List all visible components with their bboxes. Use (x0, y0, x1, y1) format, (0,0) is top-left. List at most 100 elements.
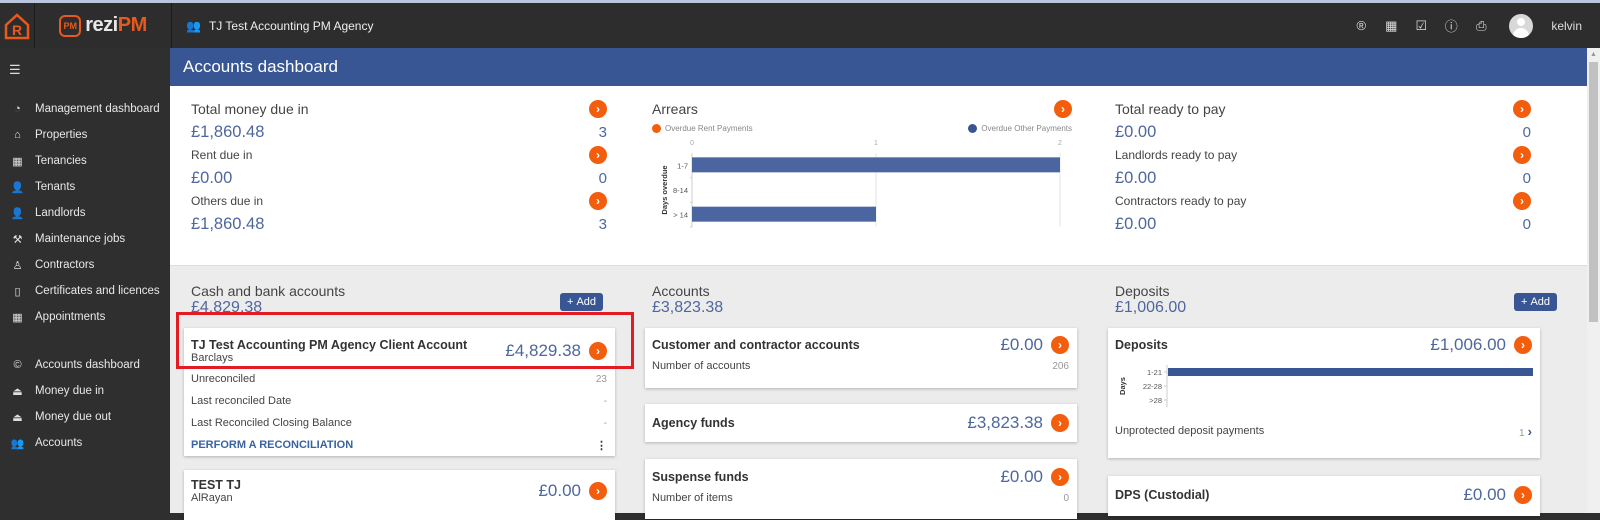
landlords-ready-label: Landlords ready to pay (1115, 148, 1238, 162)
home-icon: ⌂ (14, 129, 21, 141)
add-deposit-button[interactable]: + Add (1514, 293, 1558, 311)
add-cash-account-button[interactable]: + Add (560, 293, 604, 311)
legend-rent-label: Overdue Rent Payments (665, 124, 753, 133)
agency-selector[interactable]: 👥 TJ Test Accounting PM Agency (186, 3, 373, 48)
sidebar-item-landlords[interactable]: 👤 Landlords (0, 200, 170, 226)
agency-funds-go-icon[interactable]: › (1051, 414, 1069, 432)
suspense-funds-go-icon[interactable]: › (1051, 468, 1069, 486)
sidebar-item-accounts[interactable]: 👥 Accounts (0, 430, 170, 456)
calendar-icon[interactable]: ▦ (1383, 18, 1399, 34)
sidebar-item-properties[interactable]: ⌂ Properties (0, 122, 170, 148)
customer-accounts-go-icon[interactable]: › (1051, 336, 1069, 354)
sidebar-item-label: Accounts (35, 437, 83, 449)
bank-account-go-icon[interactable]: › (589, 342, 607, 360)
dps-custodial-go-icon[interactable]: › (1514, 486, 1532, 504)
add-label: Add (1530, 296, 1551, 308)
deposits-card-header[interactable]: Deposits £1,006.00 › (1115, 335, 1532, 355)
agency-funds-amount: £3,823.38 (967, 413, 1043, 432)
last-closing-balance-value: - (603, 417, 607, 429)
arrears-y-tick-label: > 14 (673, 211, 688, 220)
pm-badge-icon: PM (59, 14, 82, 37)
deposits-bar-1-21[interactable] (1168, 368, 1533, 376)
sidebar-item-appointments[interactable]: ▦ Appointments (0, 304, 170, 330)
tools-icon: ⚒ (12, 233, 23, 246)
bank-account-2-header[interactable]: TEST TJ AlRayan £0.00 › (191, 478, 607, 504)
accounts-header: Accounts £3,823.38 (652, 283, 723, 317)
customer-accounts-card[interactable]: Customer and contractor accounts £0.00 › … (645, 328, 1077, 388)
arrears-x-tick-label: 2 (1058, 140, 1062, 147)
legend-rent[interactable]: Overdue Rent Payments (652, 124, 753, 134)
rent-due-in-count: 0 (598, 169, 607, 187)
dps-custodial-card[interactable]: DPS (Custodial) £0.00 › (1108, 476, 1540, 516)
landlords-ready-go-icon[interactable]: › (1513, 146, 1531, 164)
suspense-funds-name: Suspense funds (652, 470, 749, 484)
total-money-due-in-go-icon[interactable]: › (589, 100, 607, 118)
deposits-go-icon[interactable]: › (1514, 336, 1532, 354)
unprotected-deposits-row[interactable]: Unprotected deposit payments 1 › (1115, 420, 1532, 442)
plus-icon: + (1521, 296, 1528, 308)
sidebar-item-tenancies[interactable]: ▦ Tenancies (0, 148, 170, 174)
deposits-card-name: Deposits (1115, 338, 1168, 352)
sidebar-item-label: Maintenance jobs (35, 233, 126, 245)
arrears-panel: Arrears › Overdue Rent Payments Overdue O… (652, 98, 1072, 238)
rezi-logo[interactable]: R (0, 3, 35, 48)
suspense-funds-card[interactable]: Suspense funds £0.00 › Number of items 0 (645, 459, 1077, 519)
main-content: Accounts dashboard Total money due in › £… (170, 48, 1587, 520)
arrears-bar-1-7-1[interactable] (692, 157, 1060, 173)
scrollbar-thumb[interactable] (1589, 62, 1598, 322)
total-ready-to-pay-go-icon[interactable]: › (1513, 100, 1531, 118)
bank-account-amount: £4,829.38 (505, 341, 581, 360)
others-due-in-go-icon[interactable]: › (589, 192, 607, 210)
dps-custodial-name: DPS (Custodial) (1115, 488, 1210, 502)
checkbox-icon[interactable]: ☑ (1413, 18, 1429, 34)
cash-bank-total: £4,829.38 (191, 299, 263, 316)
rezipm-logo[interactable]: PM reziPM (35, 3, 172, 48)
vertical-scrollbar[interactable]: ▲ (1587, 48, 1600, 513)
alert-icon[interactable]: ⓘ (1443, 18, 1459, 34)
hamburger-menu-icon[interactable]: ☰ (9, 62, 21, 78)
sidebar-item-label: Appointments (35, 311, 106, 323)
scroll-up-icon[interactable]: ▲ (1590, 51, 1597, 58)
avatar[interactable] (1509, 13, 1534, 38)
add-label: Add (576, 296, 597, 308)
others-due-in-label: Others due in (191, 194, 264, 208)
bank-account-header[interactable]: TJ Test Accounting PM Agency Client Acco… (191, 334, 607, 368)
agency-funds-card[interactable]: Agency funds £3,823.38 › (645, 404, 1077, 442)
group-icon: 👥 (186, 18, 201, 33)
legend-other[interactable]: Overdue Other Payments (968, 124, 1072, 134)
sidebar-item-label: Money due in (35, 385, 105, 397)
perform-reconciliation-link[interactable]: PERFORM A RECONCILIATION (191, 439, 353, 451)
money-due-in-panel: Total money due in › £1,860.48 3 Rent due … (191, 98, 607, 236)
arrears-y-tick-label: 8-14 (673, 186, 688, 195)
unreconciled-value: 23 (595, 373, 607, 385)
sidebar-item-money-due-out[interactable]: ⏏ Money due out (0, 404, 170, 430)
sidebar-item-money-due-in[interactable]: ⏏ Money due in (0, 378, 170, 404)
deposits-chart: 1-21 22-28 >28 Days (1118, 365, 1533, 407)
sidebar-item-accounts-dashboard[interactable]: © Accounts dashboard (0, 352, 170, 378)
deposits-y-axis-label: Days (1118, 377, 1127, 395)
username[interactable]: kelvin (1551, 19, 1582, 33)
sidebar-item-label: Landlords (35, 207, 86, 219)
rent-due-in-value: £0.00 (191, 168, 233, 187)
sidebar-item-contractors[interactable]: ♙ Contractors (0, 252, 170, 278)
deposits-y-tick-label: 1-21 (1147, 368, 1162, 377)
registered-icon[interactable]: ® (1353, 18, 1369, 34)
sidebar-item-management-dashboard[interactable]: ◔ Management dashboard (0, 96, 170, 122)
arrears-bar-14-1[interactable] (692, 207, 876, 223)
contractors-ready-go-icon[interactable]: › (1513, 192, 1531, 210)
brand-prefix: rezi (85, 14, 118, 36)
sidebar-item-tenants[interactable]: 👤 Tenants (0, 174, 170, 200)
arrears-go-icon[interactable]: › (1054, 100, 1072, 118)
sidebar-item-maintenance-jobs[interactable]: ⚒ Maintenance jobs (0, 226, 170, 252)
printer-icon[interactable]: ⎙ (1473, 18, 1489, 34)
more-options-icon[interactable]: ⋮ (596, 439, 607, 452)
rent-due-in-go-icon[interactable]: › (589, 146, 607, 164)
sidebar-item-certificates-and-licences[interactable]: ▯ Certificates and licences (0, 278, 170, 304)
chevron-right-icon[interactable]: › (1528, 424, 1532, 439)
bank-account-2-go-icon[interactable]: › (589, 482, 607, 500)
suspense-funds-amount: £0.00 (1000, 467, 1043, 486)
bank-name: Barclays (191, 352, 234, 364)
bank-account-card: TJ Test Accounting PM Agency Client Acco… (184, 328, 615, 456)
bank-account-2-name: TEST TJ (191, 478, 242, 492)
deposits-title: Deposits (1115, 283, 1170, 299)
